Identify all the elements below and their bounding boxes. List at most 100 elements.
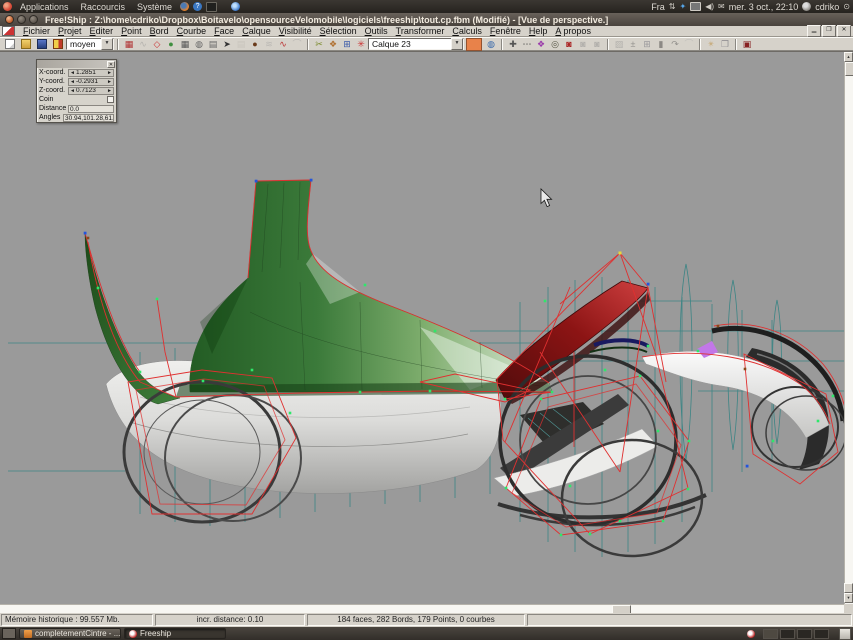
ghost-view-icon[interactable]: [234, 38, 248, 51]
precision-dropdown[interactable]: moyen ▼: [66, 38, 114, 50]
menu-bord[interactable]: Bord: [146, 26, 173, 36]
trash-icon[interactable]: [839, 628, 851, 640]
terminal-icon[interactable]: [206, 2, 217, 12]
shaded-view-icon[interactable]: [164, 38, 178, 51]
panel-menu-systeme[interactable]: Système: [133, 2, 176, 12]
zebra-view-icon[interactable]: [206, 38, 220, 51]
firefox-icon[interactable]: [180, 2, 189, 11]
grid-table-icon[interactable]: [640, 38, 654, 51]
model-canvas[interactable]: [0, 52, 844, 604]
waterline-icon[interactable]: [262, 38, 276, 51]
spin-right-icon[interactable]: ►: [106, 88, 113, 94]
mail-icon[interactable]: ✉: [718, 2, 725, 11]
globe-icon[interactable]: [484, 38, 498, 51]
lock-icon[interactable]: [562, 38, 576, 51]
new-file-icon[interactable]: [2, 38, 18, 51]
delete-icon[interactable]: [740, 38, 754, 51]
intersection-table-icon[interactable]: [340, 38, 354, 51]
help-icon[interactable]: ?: [193, 2, 202, 11]
vertical-scrollbar[interactable]: ▲ ▼: [844, 52, 853, 604]
z-coord-spinner[interactable]: ◄ 0.7123 ►: [68, 87, 114, 95]
panel-clock[interactable]: mer. 3 oct., 22:10: [729, 2, 799, 12]
window-close-button[interactable]: [5, 15, 14, 24]
fair-curve-icon[interactable]: [136, 38, 150, 51]
asterisk-icon[interactable]: [354, 38, 368, 51]
workspace-2[interactable]: [780, 629, 795, 639]
unlock-icon[interactable]: [576, 38, 590, 51]
spin-left-icon[interactable]: ◄: [69, 79, 76, 85]
scroll-page-icon[interactable]: [844, 583, 853, 593]
menu-calque[interactable]: Calque: [238, 26, 275, 36]
x-coord-spinner[interactable]: ◄ 1.2851 ►: [68, 69, 114, 77]
layer-dropdown[interactable]: Calque 23 ▼: [368, 38, 464, 50]
distro-logo-icon[interactable]: [3, 2, 12, 11]
window-minimize-button[interactable]: [17, 15, 26, 24]
exit-icon[interactable]: [50, 38, 66, 51]
workspace-4[interactable]: [814, 629, 829, 639]
menu-visibilite[interactable]: Visibilité: [275, 26, 316, 36]
scroll-down-icon[interactable]: ▼: [844, 593, 853, 603]
scissors-icon[interactable]: [312, 38, 326, 51]
y-coord-spinner[interactable]: ◄ -0.2931 ►: [68, 78, 114, 86]
control-net-icon[interactable]: [150, 38, 164, 51]
solid-icon[interactable]: [654, 38, 668, 51]
scroll-up-icon[interactable]: ▲: [844, 52, 853, 62]
spin-left-icon[interactable]: ◄: [69, 70, 76, 76]
normals-icon[interactable]: [290, 38, 304, 51]
workspace-1[interactable]: [763, 629, 778, 639]
gaussian-view-icon[interactable]: [192, 38, 206, 51]
menu-help[interactable]: Help: [525, 26, 552, 36]
intersections-icon[interactable]: [534, 38, 548, 51]
menu-fichier[interactable]: Fichier: [19, 26, 54, 36]
ellipsis-icon[interactable]: [520, 38, 534, 51]
search-icon[interactable]: [548, 38, 562, 51]
menu-point[interactable]: Point: [117, 26, 146, 36]
user-menu[interactable]: cdriko: [815, 2, 839, 12]
hatch-icon[interactable]: [612, 38, 626, 51]
menu-face[interactable]: Face: [210, 26, 238, 36]
interior-icon[interactable]: [248, 38, 262, 51]
menu-projet[interactable]: Projet: [54, 26, 86, 36]
mdi-restore-button[interactable]: ❐: [822, 25, 836, 37]
volume-icon[interactable]: ◀): [705, 2, 714, 11]
menu-fenetre[interactable]: Fenêtre: [486, 26, 525, 36]
window-icon[interactable]: [718, 38, 732, 51]
panel-menu-raccourcis[interactable]: Raccourcis: [77, 2, 130, 12]
vertical-scroll-thumb[interactable]: [845, 62, 853, 76]
open-file-icon[interactable]: [18, 38, 34, 51]
window-maximize-button[interactable]: [29, 15, 38, 24]
web-browser-icon[interactable]: [231, 2, 240, 11]
user-avatar[interactable]: [802, 2, 811, 11]
display-icon[interactable]: [690, 2, 701, 11]
menu-calculs[interactable]: Calculs: [448, 26, 486, 36]
menu-courbe[interactable]: Courbe: [173, 26, 211, 36]
spin-right-icon[interactable]: ►: [106, 79, 113, 85]
flowline-icon[interactable]: [682, 38, 696, 51]
developability-icon[interactable]: [220, 38, 234, 51]
spin-left-icon[interactable]: ◄: [69, 88, 76, 94]
input-switcher-icon[interactable]: ⇅: [669, 2, 676, 11]
unlock-all-icon[interactable]: [590, 38, 604, 51]
chevron-down-icon[interactable]: ▼: [451, 38, 463, 50]
menu-editer[interactable]: Editer: [86, 26, 118, 36]
corner-checkbox[interactable]: [107, 96, 114, 103]
save-file-icon[interactable]: [34, 38, 50, 51]
panel-menu-applications[interactable]: Applications: [16, 2, 73, 12]
spin-right-icon[interactable]: ►: [106, 70, 113, 76]
mdi-close-button[interactable]: ✕: [837, 25, 851, 37]
power-icon[interactable]: ⊙: [843, 2, 850, 11]
rotate-icon[interactable]: [668, 38, 682, 51]
layer-color-swatch[interactable]: [466, 38, 482, 51]
mesh-icon[interactable]: [178, 38, 192, 51]
menu-apropos[interactable]: A propos: [551, 26, 595, 36]
menu-outils[interactable]: Outils: [361, 26, 392, 36]
chevron-down-icon[interactable]: ▼: [101, 38, 113, 50]
language-indicator[interactable]: Fra: [651, 2, 665, 12]
task-button-complementcintre[interactable]: completementCintre - ...: [19, 628, 121, 639]
sparkle-icon[interactable]: [704, 38, 718, 51]
mdi-minimize-button[interactable]: ▁: [807, 25, 821, 37]
gear-icon[interactable]: [326, 38, 340, 51]
menu-selection[interactable]: Sélection: [316, 26, 361, 36]
freeship-tray-icon[interactable]: [747, 630, 755, 638]
wireframe-icon[interactable]: [122, 38, 136, 51]
